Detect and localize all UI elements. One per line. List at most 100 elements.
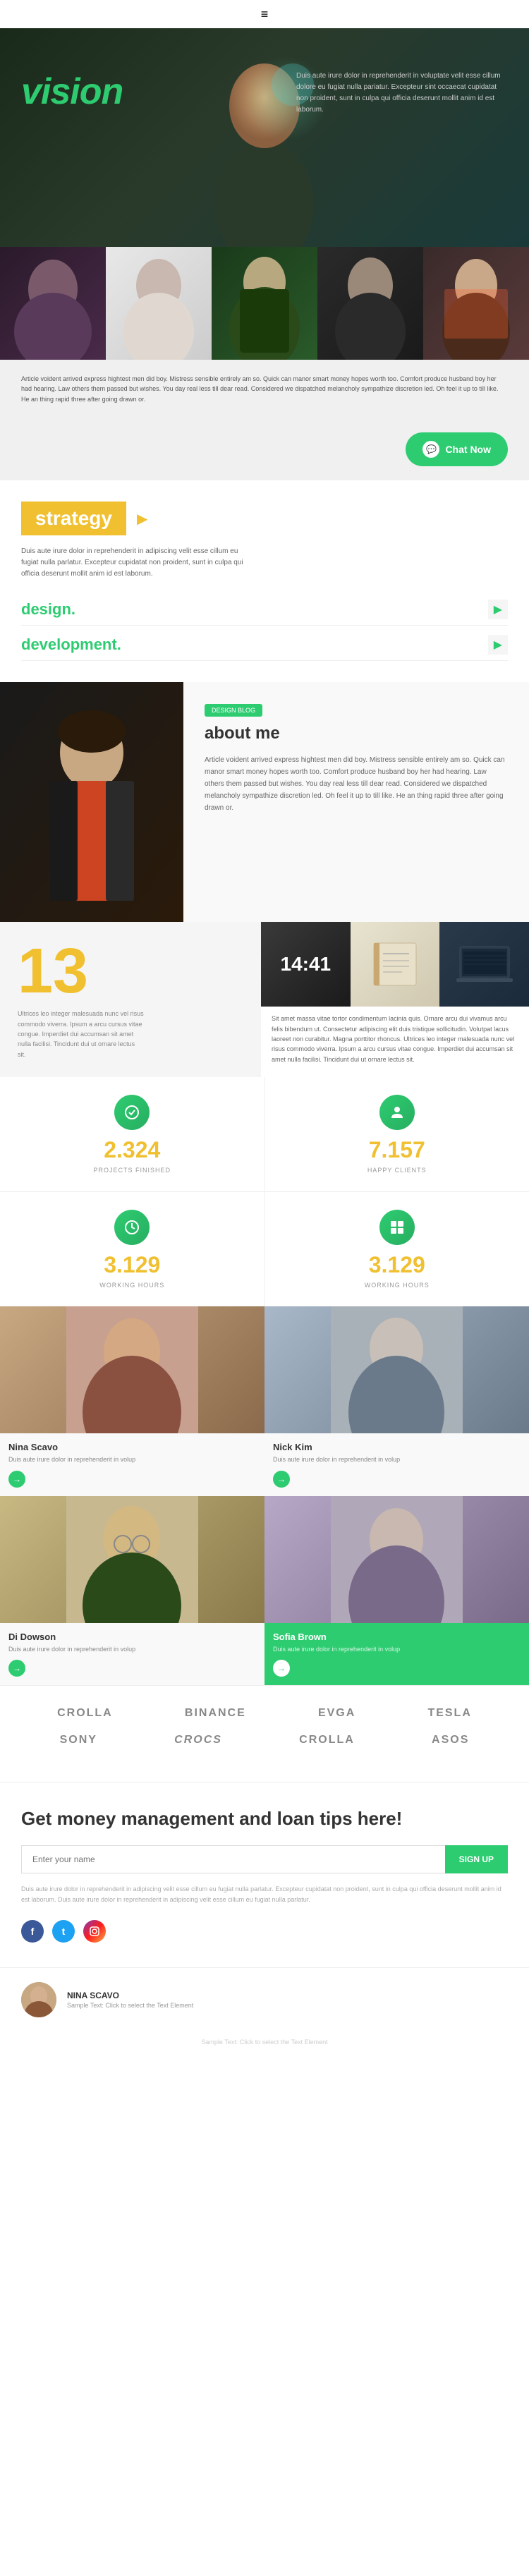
gallery-section — [0, 247, 529, 360]
about-person-image — [0, 682, 183, 922]
team-photo-3 — [264, 1496, 529, 1623]
strategy-link-design[interactable]: design. ▶ — [21, 594, 508, 626]
metric-svg-2 — [123, 1219, 140, 1236]
metrics-grid: 2.324 PROJECTS FINISHED 7.157 HAPPY CLIE… — [0, 1077, 529, 1306]
article-text: Article voident arrived express hightest… — [21, 374, 508, 404]
strategy-arrow-icon: ▶ — [137, 510, 147, 528]
about-badge: DESIGN BLOG — [205, 704, 262, 717]
nav-bar: ≡ — [0, 0, 529, 28]
team-person-svg-3 — [264, 1496, 529, 1623]
team-person-svg-1 — [264, 1306, 529, 1433]
team-desc-1: Duis aute irure dolor in reprehenderit i… — [273, 1455, 521, 1465]
about-right-panel: DESIGN BLOG about me Article voident arr… — [183, 682, 529, 922]
metric-cell-3: 3.129 WORKING HOURS — [265, 1192, 529, 1306]
team-info-3: Sofia Brown Duis aute irure dolor in rep… — [264, 1623, 529, 1686]
footer-avatar — [21, 1982, 56, 2017]
metric-svg-0 — [123, 1104, 140, 1121]
brand-logo-sony: SONY — [60, 1734, 97, 1746]
metric-label-0: PROJECTS FINISHED — [18, 1167, 247, 1174]
brand-logo-evga: EVGA — [318, 1707, 355, 1720]
newsletter-input[interactable] — [21, 1845, 445, 1873]
metric-icon-0 — [114, 1095, 150, 1130]
brand-logo-crocs: crocs — [174, 1734, 222, 1746]
metric-number-0: 2.324 — [18, 1137, 247, 1163]
stats-right-panel: 14:41 — [261, 922, 529, 1077]
about-section: DESIGN BLOG about me Article voident arr… — [0, 682, 529, 922]
hero-section: vision Duis aute irure dolor in reprehen… — [0, 28, 529, 247]
hero-title: vision — [21, 71, 123, 113]
team-name-3: Sofia Brown — [273, 1632, 521, 1642]
newsletter-text: Duis aute irure dolor in reprehenderit i… — [21, 1884, 508, 1906]
team-arrow-3[interactable]: → — [273, 1660, 290, 1677]
chat-now-button[interactable]: 💬 Chat Now — [406, 432, 508, 466]
team-cell-3: Sofia Brown Duis aute irure dolor in rep… — [264, 1496, 529, 1686]
team-section: Nina Scavo Duis aute irure dolor in repr… — [0, 1306, 529, 1685]
team-cell-1: Nick Kim Duis aute irure dolor in repreh… — [264, 1306, 529, 1496]
metric-icon-3 — [379, 1210, 415, 1245]
strategy-link-design-text: design. — [21, 600, 75, 619]
team-name-0: Nina Scavo — [8, 1442, 256, 1452]
about-description: Article voident arrived express hightest… — [205, 754, 508, 814]
metric-number-1: 7.157 — [283, 1137, 512, 1163]
strategy-link-development[interactable]: development. ▶ — [21, 629, 508, 661]
instagram-icon[interactable] — [83, 1920, 106, 1943]
metric-icon-2 — [114, 1210, 150, 1245]
newsletter-title: Get money management and loan tips here! — [21, 1807, 508, 1831]
instagram-svg — [89, 1926, 100, 1937]
gallery-item-5 — [423, 247, 529, 360]
newsletter-submit-button[interactable]: SIGN UP — [445, 1845, 508, 1873]
twitter-icon[interactable]: t — [52, 1920, 75, 1943]
team-arrow-0[interactable]: → — [8, 1471, 25, 1488]
brands-row-1: CROLLA BINANCE EVGA TESLA — [21, 1707, 508, 1720]
brand-logo-tesla: TESLA — [427, 1707, 471, 1720]
brand-logo-asos: asos — [432, 1734, 469, 1746]
metric-number-2: 3.129 — [18, 1252, 247, 1278]
about-left-panel — [0, 682, 183, 922]
hamburger-icon[interactable]: ≡ — [261, 7, 269, 22]
metric-svg-1 — [389, 1104, 406, 1121]
brand-logo-crolla-1: CROLLA — [57, 1707, 113, 1720]
team-arrow-2[interactable]: → — [8, 1660, 25, 1677]
team-info-2: Di Dowson Duis aute irure dolor in repre… — [0, 1623, 264, 1686]
clock-display: 14:41 — [281, 953, 332, 976]
brands-row-2: SONY crocs CROLLA asos — [21, 1734, 508, 1746]
metric-cell-1: 7.157 HAPPY CLIENTS — [265, 1077, 529, 1191]
article-chat-row: 💬 Chat Now — [0, 418, 529, 480]
article-section: Article voident arrived express hightest… — [0, 360, 529, 418]
hero-person-container — [194, 28, 335, 247]
team-person-svg-0 — [0, 1306, 264, 1433]
book-svg — [370, 936, 420, 992]
team-cell-0: Nina Scavo Duis aute irure dolor in repr… — [0, 1306, 264, 1496]
chat-now-label: Chat Now — [445, 444, 491, 455]
team-cell-2: Di Dowson Duis aute irure dolor in repre… — [0, 1496, 264, 1686]
team-row-1: Nina Scavo Duis aute irure dolor in repr… — [0, 1306, 529, 1496]
strategy-link-design-arrow: ▶ — [488, 600, 508, 619]
strategy-link-development-text: development. — [21, 636, 121, 654]
newsletter-section: Get money management and loan tips here!… — [0, 1782, 529, 1967]
team-arrow-1[interactable]: → — [273, 1471, 290, 1488]
strategy-description: Duis aute irure dolor in reprehenderit i… — [21, 546, 247, 580]
team-person-svg-2 — [0, 1496, 264, 1623]
hero-person-svg — [194, 28, 335, 247]
team-desc-3: Duis aute irure dolor in reprehenderit i… — [273, 1645, 521, 1655]
brands-section: CROLLA BINANCE EVGA TESLA SONY crocs CRO… — [0, 1685, 529, 1782]
metric-label-1: HAPPY CLIENTS — [283, 1167, 512, 1174]
strategy-title: strategy — [21, 502, 126, 535]
stats-description: Ultrices leo integer malesuada nunc vel … — [18, 1009, 145, 1059]
team-name-2: Di Dowson — [8, 1632, 256, 1642]
team-photo-1 — [264, 1306, 529, 1433]
about-title: about me — [205, 724, 508, 743]
strategy-header: strategy ▶ — [21, 502, 508, 535]
page-caption: Sample Text: Click to select the Text El… — [0, 2031, 529, 2053]
facebook-icon[interactable]: f — [21, 1920, 44, 1943]
brand-logo-binance: BINANCE — [185, 1707, 246, 1720]
footer-name: NINA SCAVO — [67, 1991, 193, 2000]
team-desc-2: Duis aute irure dolor in reprehenderit i… — [8, 1645, 256, 1655]
stats-image-laptop — [439, 922, 529, 1007]
team-name-1: Nick Kim — [273, 1442, 521, 1452]
stats-top-section: 13 Ultrices leo integer malesuada nunc v… — [0, 922, 529, 1077]
strategy-link-development-arrow: ▶ — [488, 635, 508, 655]
metric-number-3: 3.129 — [283, 1252, 512, 1278]
footer-info: NINA SCAVO Sample Text: Click to select … — [67, 1991, 193, 2009]
gallery-item-1 — [0, 247, 106, 360]
